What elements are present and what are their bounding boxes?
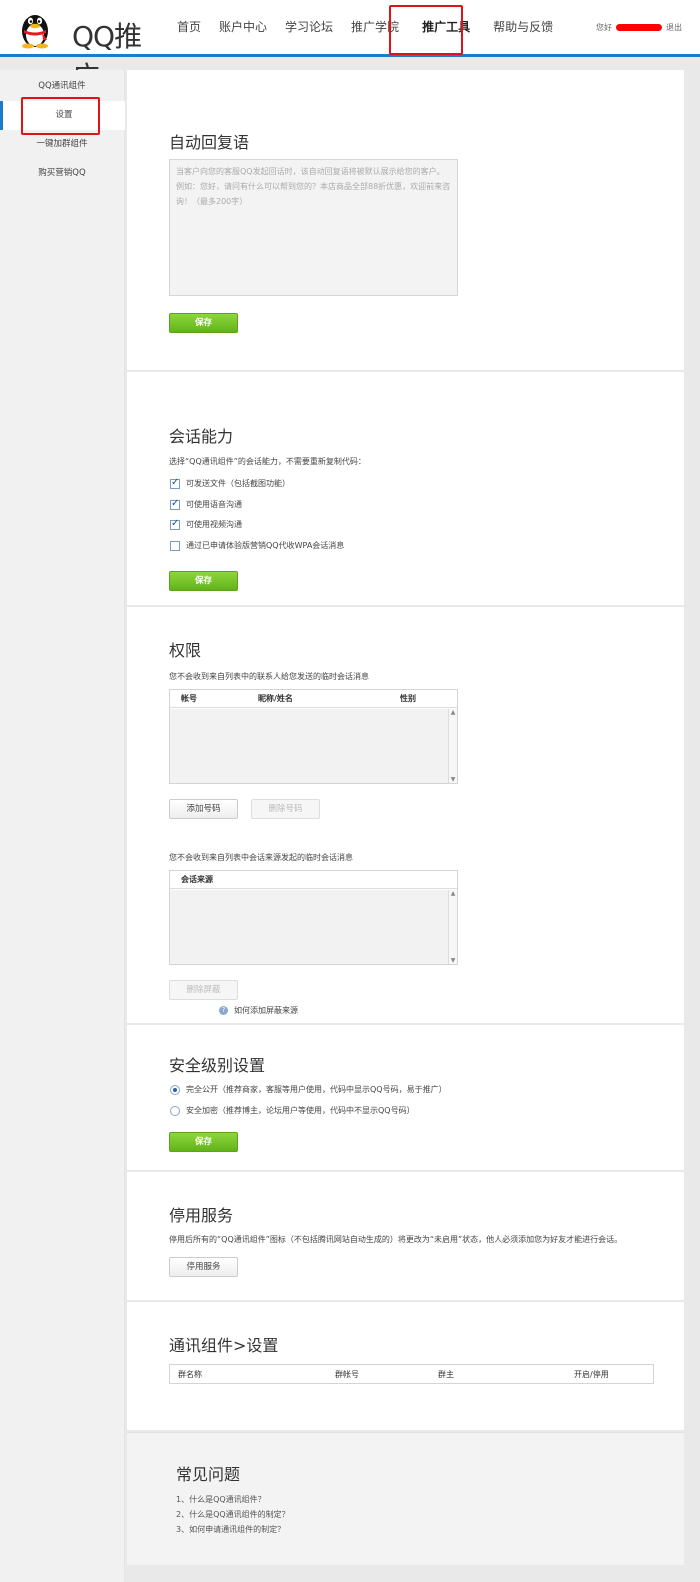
- redacted-username: [616, 24, 662, 31]
- blocked-contacts-table: 帐号 昵称/姓名 性别 ▲ ▼: [169, 689, 458, 784]
- checkbox-video[interactable]: [170, 518, 180, 530]
- permission-desc-sources: 您不会收到来自列表中会话来源发起的临时会话消息: [169, 853, 353, 862]
- radio-fully-public[interactable]: [170, 1084, 180, 1095]
- option-voice[interactable]: 可使用语音沟通: [170, 498, 242, 510]
- blocked-contacts-header: 帐号 昵称/姓名 性别: [170, 690, 457, 708]
- blocked-sources-scrollbar[interactable]: ▲ ▼: [448, 890, 457, 964]
- col-gender: 性别: [400, 694, 416, 703]
- col-toggle: 开启/停用: [574, 1369, 609, 1379]
- group-table-header: 群名称 群帐号 群主 开启/停用: [170, 1365, 653, 1383]
- greeting-label: 您好: [596, 23, 612, 32]
- col-account: 帐号: [181, 694, 197, 703]
- permission-panel: 权限 您不会收到来自列表中的联系人给您发送的临时会话消息 帐号 昵称/姓名 性别…: [127, 607, 684, 1023]
- option-encrypted[interactable]: 安全加密（推荐博主，论坛用户等使用，代码中不显示QQ号码）: [170, 1105, 415, 1116]
- permission-desc-contacts: 您不会收到来自列表中的联系人给您发送的临时会话消息: [169, 672, 369, 681]
- option-fully-public-label: 完全公开（推荐商家，客服等用户使用，代码中显示QQ号码，易于推广）: [186, 1085, 447, 1094]
- security-save-button[interactable]: 保存: [169, 1132, 238, 1152]
- faq-item-2[interactable]: 2、什么是QQ通讯组件的制定？: [176, 1509, 290, 1520]
- option-encrypted-label: 安全加密（推荐博主，论坛用户等使用，代码中不显示QQ号码）: [186, 1106, 415, 1115]
- nav-forum[interactable]: 学习论坛: [276, 0, 342, 55]
- user-area: 您好 退出: [596, 22, 682, 33]
- nav-home[interactable]: 首页: [168, 0, 210, 55]
- penguin-icon: [22, 15, 48, 49]
- blocked-contacts-scrollbar[interactable]: ▲ ▼: [448, 709, 457, 783]
- faq-item-3[interactable]: 3、如何申请通讯组件的制定？: [176, 1524, 285, 1535]
- blocked-sources-body[interactable]: [170, 890, 457, 964]
- sidebar: QQ通讯组件 设置 一键加群组件 购买营销QQ: [0, 70, 125, 1582]
- group-table: 群名称 群帐号 群主 开启/停用: [169, 1364, 654, 1384]
- option-video[interactable]: 可使用视频沟通: [170, 518, 242, 530]
- scroll-down-icon[interactable]: ▼: [449, 957, 457, 964]
- option-wpa[interactable]: 通过已申请体验版营销QQ代收WPA会话消息: [170, 540, 344, 551]
- checkbox-voice[interactable]: [170, 498, 180, 510]
- blocked-sources-table: 会话来源 ▲ ▼: [169, 870, 458, 965]
- top-header: QQ推广 首页 账户中心 学习论坛 推广学院 推广工具 帮助与反馈 您好 退出: [0, 0, 700, 93]
- faq-section: 常见问题 1、什么是QQ通讯组件？ 2、什么是QQ通讯组件的制定？ 3、如何申请…: [127, 1432, 684, 1565]
- option-video-label: 可使用视频沟通: [186, 520, 242, 529]
- highlight-promo-tools: [389, 5, 463, 55]
- checkbox-wpa[interactable]: [170, 540, 180, 551]
- option-voice-label: 可使用语音沟通: [186, 500, 242, 509]
- disable-service-button[interactable]: 停用服务: [169, 1257, 238, 1277]
- col-group-account: 群帐号: [335, 1369, 359, 1379]
- help-icon: ?: [219, 1006, 228, 1015]
- highlight-settings: [21, 97, 100, 135]
- option-send-file[interactable]: 可发送文件（包括截图功能）: [170, 477, 290, 489]
- delete-block-button[interactable]: 删除屏蔽: [169, 980, 238, 1000]
- auto-reply-panel: 自动回复语 当客户向您的客服QQ发起回话时，该自动回复语将被默认展示给您的客户。…: [127, 70, 684, 370]
- qq-logo[interactable]: QQ推广: [18, 9, 158, 93]
- session-desc: 选择“QQ通讯组件”的会话能力，不需要重新复制代码：: [169, 457, 366, 466]
- security-title: 安全级别设置: [169, 1056, 266, 1075]
- disable-title: 停用服务: [169, 1206, 234, 1225]
- auto-reply-textarea[interactable]: 当客户向您的客服QQ发起回话时，该自动回复语将被默认展示给您的客户。例如：您好，…: [169, 159, 458, 296]
- faq-item-1[interactable]: 1、什么是QQ通讯组件？: [176, 1494, 266, 1505]
- session-panel: 会话能力 选择“QQ通讯组件”的会话能力，不需要重新复制代码： 可发送文件（包括…: [127, 372, 684, 605]
- radio-encrypted[interactable]: [170, 1105, 180, 1116]
- add-number-button[interactable]: 添加号码: [169, 799, 238, 819]
- col-session-source: 会话来源: [181, 875, 213, 884]
- scroll-up-icon[interactable]: ▲: [449, 709, 457, 716]
- col-group-owner: 群主: [438, 1369, 454, 1379]
- sidebar-item-buy-marketing-qq[interactable]: 购买营销QQ: [0, 159, 124, 188]
- auto-reply-save-button[interactable]: 保存: [169, 313, 238, 333]
- delete-number-button[interactable]: 删除号码: [251, 799, 320, 819]
- disable-desc: 停用后所有的“QQ通讯组件”图标（不包括腾讯网站自动生成的）将更改为“未启用”状…: [169, 1235, 623, 1244]
- faq-title: 常见问题: [176, 1465, 241, 1484]
- nav-account-center[interactable]: 账户中心: [210, 0, 276, 55]
- option-wpa-label: 通过已申请体验版营销QQ代收WPA会话消息: [186, 541, 345, 550]
- session-save-button[interactable]: 保存: [169, 571, 238, 591]
- blocked-contacts-body[interactable]: [170, 709, 457, 783]
- component-settings-title: 通讯组件>设置: [169, 1336, 279, 1355]
- logout-link[interactable]: 退出: [666, 22, 682, 33]
- permission-title: 权限: [169, 641, 202, 660]
- help-add-block-source-link[interactable]: 如何添加屏蔽来源: [234, 1005, 298, 1016]
- main-nav: 首页 账户中心 学习论坛 推广学院 推广工具 帮助与反馈: [168, 0, 562, 55]
- session-title: 会话能力: [169, 427, 234, 446]
- scroll-down-icon[interactable]: ▼: [449, 776, 457, 783]
- component-settings-panel: 通讯组件>设置 群名称 群帐号 群主 开启/停用: [127, 1302, 684, 1430]
- nav-help-feedback[interactable]: 帮助与反馈: [484, 0, 562, 55]
- col-nickname: 昵称/姓名: [258, 694, 293, 703]
- blocked-sources-header: 会话来源: [170, 871, 457, 889]
- disable-panel: 停用服务 停用后所有的“QQ通讯组件”图标（不包括腾讯网站自动生成的）将更改为“…: [127, 1172, 684, 1300]
- col-group-name: 群名称: [178, 1369, 202, 1379]
- security-panel: 安全级别设置 完全公开（推荐商家，客服等用户使用，代码中显示QQ号码，易于推广）…: [127, 1025, 684, 1170]
- help-add-block-source[interactable]: ? 如何添加屏蔽来源: [219, 1005, 298, 1016]
- checkbox-send-file[interactable]: [170, 477, 180, 489]
- auto-reply-title: 自动回复语: [169, 133, 250, 152]
- scroll-up-icon[interactable]: ▲: [449, 890, 457, 897]
- option-fully-public[interactable]: 完全公开（推荐商家，客服等用户使用，代码中显示QQ号码，易于推广）: [170, 1084, 447, 1095]
- option-send-file-label: 可发送文件（包括截图功能）: [186, 479, 290, 488]
